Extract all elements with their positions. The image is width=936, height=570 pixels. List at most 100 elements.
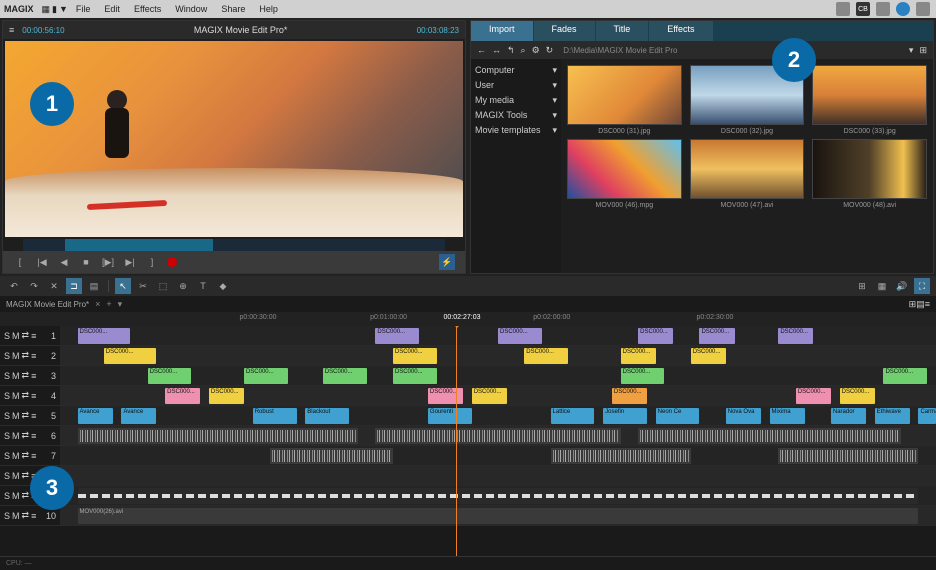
timeline-clip[interactable]: DSC000... — [428, 388, 463, 404]
timeline-clip[interactable]: DSC000... — [840, 388, 875, 404]
timeline-ruler[interactable]: p0:00:30:00p0:01:00:0000:02:27:03p0:02:0… — [0, 312, 936, 326]
stop-icon[interactable]: ■ — [79, 255, 93, 269]
timeline-clip[interactable]: DSC000... — [165, 388, 200, 404]
timeline-clip[interactable]: DSC000... — [796, 388, 831, 404]
menu-file[interactable]: File — [70, 2, 97, 16]
add-project-icon[interactable]: + — [106, 299, 111, 309]
preview-viewport[interactable] — [5, 41, 463, 237]
timeline-clip[interactable]: Blackout — [305, 408, 349, 424]
tree-user[interactable]: User▾ — [475, 78, 557, 93]
mark-out-icon[interactable]: ] — [145, 255, 159, 269]
marker-icon[interactable]: ◆ — [215, 278, 231, 294]
timeline-clip[interactable]: DSC000... — [612, 388, 647, 404]
timeline-clip[interactable]: DSC000... — [323, 368, 367, 384]
timeline-clip[interactable]: DSC000... — [104, 348, 157, 364]
track-body[interactable] — [60, 466, 936, 485]
project-menu-icon[interactable]: ▾ — [118, 299, 123, 310]
back-icon[interactable]: ← — [477, 45, 486, 55]
tab-import[interactable]: Import — [471, 21, 533, 41]
timeline-clip[interactable]: DSC000... — [498, 328, 542, 344]
save-icon[interactable]: ▼ — [59, 4, 68, 14]
timeline-clip[interactable]: Nova Ova — [726, 408, 761, 424]
tab-title[interactable]: Title — [596, 21, 649, 41]
fwd-icon[interactable]: ↔ — [492, 45, 501, 55]
timeline-clip[interactable]: Josefin — [603, 408, 647, 424]
timeline-clip[interactable]: DSC000... — [78, 328, 131, 344]
link-icon[interactable]: ⬚ — [155, 278, 171, 294]
audio-clip[interactable] — [375, 428, 620, 444]
redo-icon[interactable]: ↷ — [26, 278, 42, 294]
track-body[interactable]: 03 Path...05 Path...08 Otherland.wav — [60, 446, 936, 465]
timeline-clip[interactable]: Lattice — [551, 408, 595, 424]
track-body[interactable]: AvanceAvanceRobustBlackoutGourentiLattic… — [60, 406, 936, 425]
timeline-clip[interactable]: DSC000... — [209, 388, 244, 404]
magnet-icon[interactable]: ⊐ — [66, 278, 82, 294]
tree-magixtools[interactable]: MAGIX Tools▾ — [475, 108, 557, 123]
dropdown-icon[interactable]: ▾ — [909, 45, 914, 56]
prev-frame-icon[interactable]: ◀ — [57, 255, 71, 269]
timeline-clip[interactable]: DSC000... — [524, 348, 568, 364]
audio-clip[interactable] — [78, 488, 919, 504]
playhead[interactable] — [456, 326, 457, 556]
track-header[interactable]: SM⇄≡7 — [0, 446, 60, 465]
track-body[interactable] — [60, 486, 936, 505]
audio-clip[interactable] — [778, 448, 918, 464]
tree-mymedia[interactable]: My media▾ — [475, 93, 557, 108]
menu-window[interactable]: Window — [169, 2, 213, 16]
tree-templates[interactable]: Movie templates▾ — [475, 123, 557, 138]
mark-in-icon[interactable]: [ — [13, 255, 27, 269]
timeline-clip[interactable]: Ethiwave — [875, 408, 910, 424]
close-project-icon[interactable]: × — [95, 299, 100, 309]
timeline-clip[interactable]: Carman — [918, 408, 936, 424]
folder-icon[interactable]: ▮ — [52, 4, 57, 15]
timeline-clip[interactable]: Robust — [253, 408, 297, 424]
media-item[interactable]: DSC000 (33).jpg — [812, 65, 927, 135]
group-icon[interactable]: ⊞ — [854, 278, 870, 294]
audio-clip[interactable]: MOV000(26).avi — [78, 508, 919, 524]
menu-edit[interactable]: Edit — [98, 2, 126, 16]
track-body[interactable]: DSC000...DSC000...DSC000...DSC000...DSC0… — [60, 346, 936, 365]
track-body[interactable]: MOV000(26).avi — [60, 506, 936, 525]
timeline-clip[interactable]: DSC000... — [778, 328, 813, 344]
next-frame-icon[interactable]: ▶| — [123, 255, 137, 269]
pointer-icon[interactable]: ↖ — [115, 278, 131, 294]
tree-computer[interactable]: Computer▾ — [475, 63, 557, 78]
timeline-clip[interactable]: Gourenti — [428, 408, 472, 424]
timeline-clip[interactable]: DSC000... — [393, 348, 437, 364]
refresh-icon[interactable]: ↻ — [546, 45, 554, 56]
gear-icon[interactable]: ⚙ — [532, 45, 540, 56]
audio-icon[interactable]: 🔊 — [894, 278, 910, 294]
cut-icon[interactable]: ✂ — [135, 278, 151, 294]
track-header[interactable]: SM⇄≡4 — [0, 386, 60, 405]
timeline-clip[interactable]: DSC000... — [699, 328, 734, 344]
doc-icon[interactable]: ▦ — [42, 4, 51, 15]
tab-effects[interactable]: Effects — [649, 21, 712, 41]
mode-icon[interactable]: ▤ — [86, 278, 102, 294]
track-body[interactable]: DSC000...DSC000...DSC000...DSC000...DSC0… — [60, 326, 936, 345]
timeline-clip[interactable]: DSC000... — [244, 368, 288, 384]
play-icon[interactable]: [▶] — [101, 255, 115, 269]
timeline-clip[interactable]: Avance — [121, 408, 156, 424]
view-b-icon[interactable]: ▤ — [916, 299, 925, 310]
view-icon[interactable]: ⊞ — [919, 45, 927, 56]
timeline-clip[interactable]: DSC000... — [148, 368, 192, 384]
text-icon[interactable]: T — [195, 278, 211, 294]
track-header[interactable]: SM⇄≡6 — [0, 426, 60, 445]
up-icon[interactable]: ↰ — [507, 45, 515, 56]
media-item[interactable]: MOV000 (47).avi — [690, 139, 805, 209]
performance-icon[interactable]: ⚡ — [439, 254, 455, 270]
menu-help[interactable]: Help — [253, 2, 284, 16]
audio-clip[interactable] — [638, 428, 901, 444]
track-body[interactable]: DSC000...DSC000...DSC000...DSC000...DSC0… — [60, 366, 936, 385]
track-body[interactable]: DSC000... DSC000... DSC000... DSC000... DSC0… — [60, 386, 936, 405]
view-c-icon[interactable]: ≡ — [925, 299, 930, 309]
media-item[interactable]: DSC000 (31).jpg — [567, 65, 682, 135]
track-header[interactable]: SM⇄≡2 — [0, 346, 60, 365]
user-icon[interactable] — [916, 2, 930, 16]
search-icon[interactable]: ⌕ — [521, 45, 526, 56]
audio-clip[interactable] — [270, 448, 393, 464]
cart-icon[interactable] — [876, 2, 890, 16]
media-item[interactable]: MOV000 (46).mpg — [567, 139, 682, 209]
timeline-clip[interactable]: DSC000... — [691, 348, 726, 364]
audio-clip[interactable] — [78, 428, 358, 444]
